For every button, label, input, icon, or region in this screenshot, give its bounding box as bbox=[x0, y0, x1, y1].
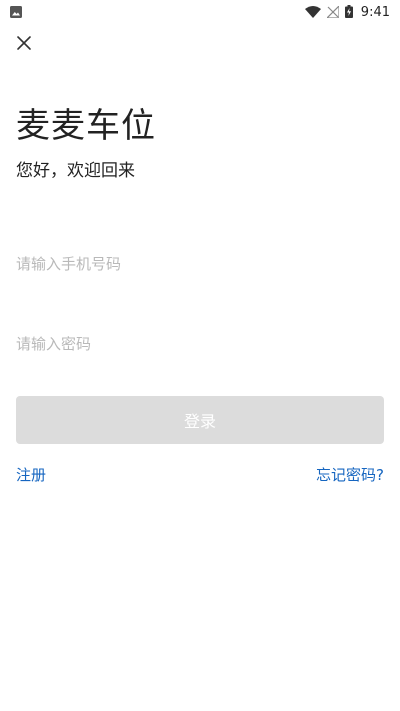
status-bar: 9:41 bbox=[0, 0, 400, 24]
status-time: 9:41 bbox=[360, 4, 390, 20]
password-input[interactable] bbox=[16, 324, 384, 364]
status-right: 9:41 bbox=[304, 3, 390, 22]
phone-input[interactable] bbox=[16, 244, 384, 284]
close-button[interactable] bbox=[12, 33, 36, 57]
login-button[interactable]: 登录 bbox=[16, 396, 384, 444]
wifi-icon bbox=[304, 3, 321, 22]
status-left bbox=[10, 6, 22, 18]
register-link[interactable]: 注册 bbox=[16, 464, 46, 486]
welcome-text: 您好，欢迎回来 bbox=[16, 161, 135, 181]
signal-off-icon bbox=[325, 3, 340, 22]
image-icon bbox=[10, 6, 22, 18]
app-title: 麦麦车位 bbox=[16, 106, 156, 146]
battery-charging-icon bbox=[344, 3, 353, 22]
forgot-password-link[interactable]: 忘记密码? bbox=[316, 464, 384, 486]
close-icon bbox=[16, 35, 32, 55]
